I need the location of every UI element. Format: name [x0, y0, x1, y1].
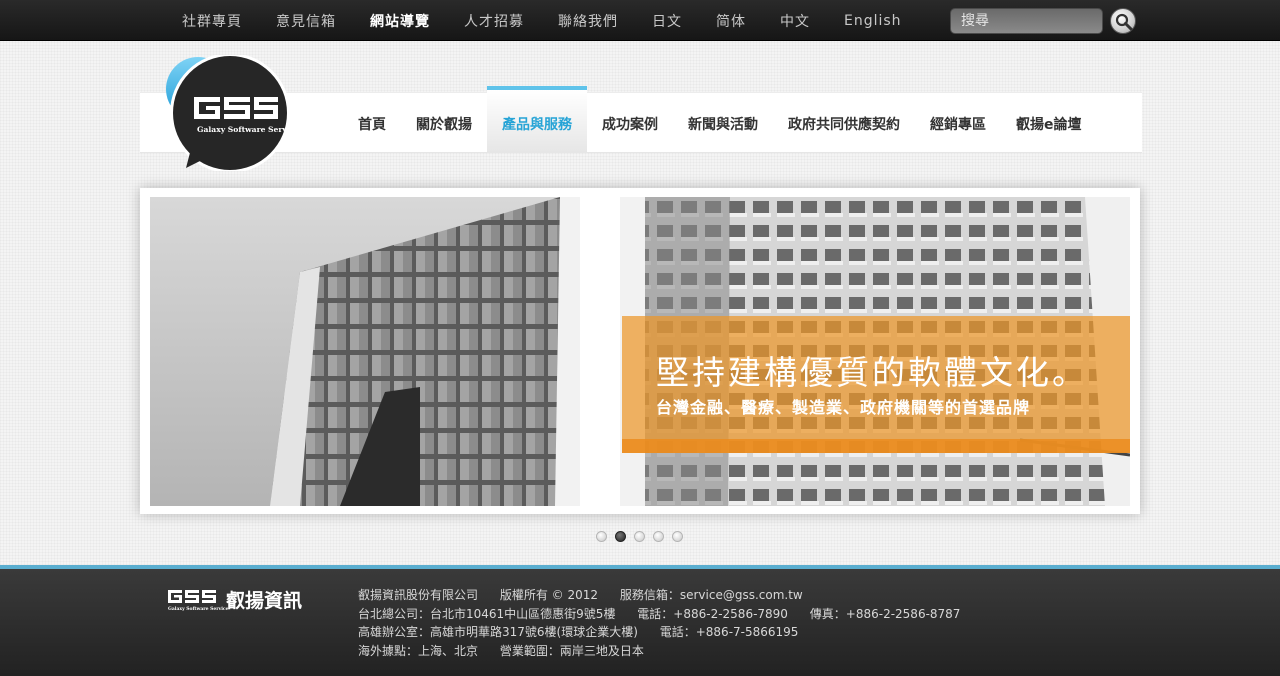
footer-kaohsiung-phone: 電話：+886-7-5866195 — [659, 625, 799, 639]
footer-logo-tagline: Galaxy Software Service — [168, 606, 229, 612]
nav-cases[interactable]: 成功案例 — [587, 86, 673, 153]
footer-taipei-address: 台北總公司：台北市10461中山區德惠街9號5樓 — [358, 606, 616, 621]
footer-copyright: 版權所有 © 2012 — [499, 588, 599, 602]
footer-line-3: 高雄辦公室：高雄市明華路317號6樓(環球企業大樓) 電話：+886-7-586… — [358, 623, 978, 642]
toplink-traditional[interactable]: 中文 — [763, 11, 827, 31]
footer-logo-text: 叡揚資訊 — [225, 589, 302, 612]
footer: Galaxy Software Service 叡揚資訊 叡揚資訊股份有限公司 … — [0, 565, 1280, 676]
footer-line-1: 叡揚資訊股份有限公司 版權所有 © 2012 服務信箱：service@gss.… — [358, 586, 978, 605]
slider-dot-3[interactable] — [634, 531, 645, 542]
slide-headline: 堅持建構優質的軟體文化。 — [656, 353, 1088, 392]
toplink-contact[interactable]: 聯絡我們 — [541, 11, 635, 31]
top-links: 社群專頁 意見信箱 網站導覽 人才招募 聯絡我們 日文 简体 中文 Englis… — [165, 0, 919, 41]
gss-logo[interactable]: Galaxy Software Service — [164, 53, 299, 173]
main-navigation: 首頁 關於叡揚 產品與服務 成功案例 新聞與活動 政府共同供應契約 經銷專區 叡… — [343, 86, 1097, 153]
toplink-social[interactable]: 社群專頁 — [165, 11, 259, 31]
slider-dot-5[interactable] — [672, 531, 683, 542]
nav-gov-contracts[interactable]: 政府共同供應契約 — [773, 86, 915, 153]
footer-overseas: 海外據點：上海、北京 — [358, 643, 479, 658]
toplink-feedback[interactable]: 意見信箱 — [259, 11, 353, 31]
slider-pagination — [596, 531, 683, 542]
footer-kaohsiung-address: 高雄辦公室：高雄市明華路317號6樓(環球企業大樓) — [358, 625, 638, 639]
slide-caption: 堅持建構優質的軟體文化。 台灣金融、醫療、製造業、政府機關等的首選品牌 — [622, 316, 1130, 453]
caption-accent-bar — [622, 439, 1130, 453]
footer-email[interactable]: 服務信箱：service@gss.com.tw — [620, 588, 803, 602]
slider-dot-1[interactable] — [596, 531, 607, 542]
nav-dealers[interactable]: 經銷專區 — [915, 86, 1001, 153]
hero-slide[interactable]: 堅持建構優質的軟體文化。 台灣金融、醫療、製造業、政府機關等的首選品牌 — [150, 197, 1130, 506]
footer-taipei-phone: 電話：+886-2-2586-7890 — [637, 606, 788, 621]
footer-business-scope: 營業範圍：兩岸三地及日本 — [499, 643, 644, 658]
nav-products-services[interactable]: 產品與服務 — [487, 86, 587, 153]
logo-graphic: Galaxy Software Service — [166, 53, 299, 173]
nav-news-events[interactable]: 新聞與活動 — [673, 86, 773, 153]
footer-line-4: 海外據點：上海、北京 營業範圍：兩岸三地及日本 — [358, 642, 978, 661]
search-icon — [1115, 13, 1133, 31]
footer-info: 叡揚資訊股份有限公司 版權所有 © 2012 服務信箱：service@gss.… — [358, 586, 978, 660]
logo-tagline: Galaxy Software Service — [197, 125, 294, 134]
nav-home[interactable]: 首頁 — [343, 86, 401, 153]
toplink-english[interactable]: English — [827, 13, 919, 29]
toplink-sitemap[interactable]: 網站導覽 — [353, 11, 447, 31]
footer-company: 叡揚資訊股份有限公司 — [358, 588, 479, 602]
footer-logo[interactable]: Galaxy Software Service 叡揚資訊 — [168, 588, 326, 616]
toplink-japanese[interactable]: 日文 — [635, 11, 699, 31]
top-utility-bar: 社群專頁 意見信箱 網站導覽 人才招募 聯絡我們 日文 简体 中文 Englis… — [0, 0, 1280, 41]
toplink-careers[interactable]: 人才招募 — [447, 11, 541, 31]
slide-subline: 台灣金融、醫療、製造業、政府機關等的首選品牌 — [656, 398, 1031, 417]
nav-forum[interactable]: 叡揚e論壇 — [1001, 86, 1097, 153]
hero-slider: 堅持建構優質的軟體文化。 台灣金融、醫療、製造業、政府機關等的首選品牌 — [140, 188, 1140, 514]
slider-dot-2[interactable] — [615, 531, 626, 542]
search-button[interactable] — [1110, 8, 1136, 34]
footer-line-2: 台北總公司：台北市10461中山區德惠街9號5樓 電話：+886-2-2586-… — [358, 605, 978, 624]
toplink-simplified[interactable]: 简体 — [699, 11, 763, 31]
search-input[interactable] — [950, 8, 1103, 34]
slider-dot-4[interactable] — [653, 531, 664, 542]
footer-taipei-fax: 傳真：+886-2-2586-8787 — [809, 606, 961, 621]
nav-about[interactable]: 關於叡揚 — [401, 86, 487, 153]
